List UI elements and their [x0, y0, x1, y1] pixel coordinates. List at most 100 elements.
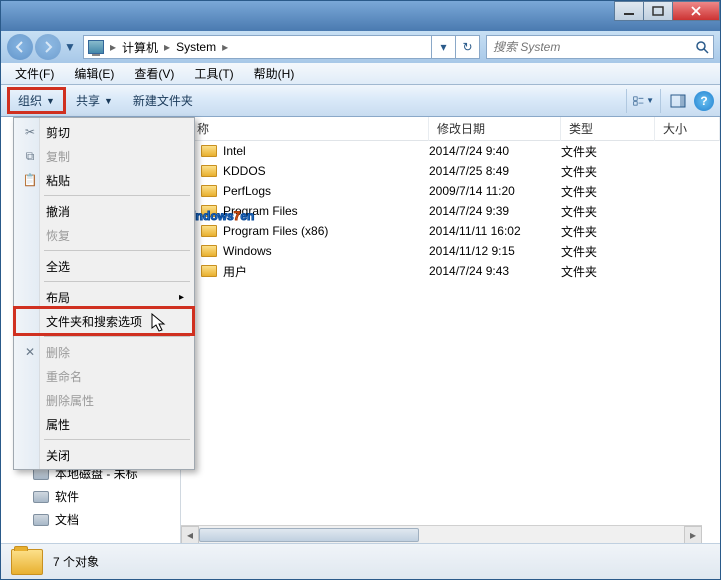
column-date[interactable]: 修改日期 — [429, 117, 561, 141]
breadcrumb-computer[interactable]: 计算机 — [118, 39, 162, 56]
column-size[interactable]: 大小 — [655, 117, 720, 141]
menu-folder-options[interactable]: 文件夹和搜索选项 — [16, 309, 192, 333]
paste-icon: 📋 — [22, 172, 38, 188]
breadcrumb-sep: ▸ — [220, 40, 230, 54]
sidebar-item-label: 文档 — [55, 511, 79, 528]
file-name: 用户 — [223, 263, 247, 280]
menu-help[interactable]: 帮助(H) — [244, 63, 305, 84]
file-name: Program Files — [223, 204, 298, 218]
search-icon[interactable] — [691, 40, 713, 54]
file-row[interactable]: Program Files (x86) 2014/11/11 16:02文件夹 — [181, 221, 720, 241]
folder-icon — [201, 225, 217, 237]
drive-icon — [33, 491, 49, 503]
file-type: 文件夹 — [561, 163, 655, 180]
file-list-pane: 称 修改日期 类型 大小 Intel2014/7/24 9:40文件夹KDDOS… — [181, 117, 720, 543]
file-type: 文件夹 — [561, 183, 655, 200]
address-dropdown-icon[interactable]: ▾ — [431, 36, 455, 58]
file-name: Program Files (x86) — [223, 224, 328, 238]
file-row[interactable]: Program Files 2014/7/24 9:39文件夹 — [181, 201, 720, 221]
chevron-down-icon: ▼ — [104, 96, 113, 106]
view-mode-button[interactable]: ▼ — [626, 89, 654, 113]
folder-icon — [11, 549, 43, 575]
file-type: 文件夹 — [561, 223, 655, 240]
breadcrumb-sep: ▸ — [108, 40, 118, 54]
titlebar[interactable] — [1, 1, 720, 31]
menu-tools[interactable]: 工具(T) — [184, 63, 243, 84]
file-row[interactable]: 用户2014/7/24 9:43文件夹 — [181, 261, 720, 281]
share-button[interactable]: 共享 ▼ — [66, 88, 123, 113]
file-date: 2014/11/11 16:02 — [429, 224, 561, 238]
folder-icon — [201, 265, 217, 277]
chevron-down-icon: ▼ — [46, 96, 55, 106]
menu-delete[interactable]: ✕删除 — [16, 340, 192, 364]
copy-icon: ⧉ — [22, 148, 38, 164]
file-date: 2014/11/12 9:15 — [429, 244, 561, 258]
preview-pane-button[interactable] — [660, 89, 688, 113]
sidebar-item-label: 软件 — [55, 488, 79, 505]
file-type: 文件夹 — [561, 243, 655, 260]
menu-paste[interactable]: 📋粘贴 — [16, 168, 192, 192]
breadcrumb-sep: ▸ — [162, 40, 172, 54]
address-bar[interactable]: ▸ 计算机 ▸ System ▸ ▾ ↻ — [83, 35, 480, 59]
scrollbar-thumb[interactable] — [199, 528, 419, 542]
file-date: 2014/7/24 9:39 — [429, 204, 561, 218]
search-box[interactable] — [486, 35, 714, 59]
column-name[interactable]: 称 — [181, 117, 429, 141]
breadcrumb-system[interactable]: System — [172, 40, 220, 54]
nav-history-dropdown[interactable]: ▼ — [63, 40, 77, 54]
menu-edit[interactable]: 编辑(E) — [64, 63, 124, 84]
folder-icon — [201, 145, 217, 157]
menu-view[interactable]: 查看(V) — [124, 63, 184, 84]
file-row[interactable]: PerfLogs2009/7/14 11:20文件夹 — [181, 181, 720, 201]
horizontal-scrollbar[interactable]: ◂ ▸ — [181, 525, 702, 543]
close-button[interactable] — [672, 1, 720, 21]
menu-cut[interactable]: ✂剪切 — [16, 120, 192, 144]
drive-icon — [33, 514, 49, 526]
file-name: Intel — [223, 144, 246, 158]
toolbar: 组织 ▼ 共享 ▼ 新建文件夹 ▼ ? — [1, 85, 720, 117]
menu-properties[interactable]: 属性 — [16, 412, 192, 436]
file-date: 2014/7/24 9:40 — [429, 144, 561, 158]
submenu-arrow-icon: ▸ — [179, 292, 184, 303]
search-input[interactable] — [487, 40, 691, 54]
menu-copy[interactable]: ⧉复制 — [16, 144, 192, 168]
menu-bar: 文件(F) 编辑(E) 查看(V) 工具(T) 帮助(H) — [1, 63, 720, 85]
file-type: 文件夹 — [561, 203, 655, 220]
menu-rename[interactable]: 重命名 — [16, 364, 192, 388]
menu-redo[interactable]: 恢复 — [16, 223, 192, 247]
scroll-right-button[interactable]: ▸ — [684, 526, 702, 543]
minimize-button[interactable] — [614, 1, 644, 21]
forward-button[interactable] — [35, 34, 61, 60]
folder-icon — [201, 205, 217, 217]
new-folder-button[interactable]: 新建文件夹 — [123, 88, 203, 113]
navigation-bar: ▼ ▸ 计算机 ▸ System ▸ ▾ ↻ — [1, 31, 720, 63]
scroll-left-button[interactable]: ◂ — [181, 526, 199, 543]
file-name: PerfLogs — [223, 184, 271, 198]
folder-icon — [201, 165, 217, 177]
computer-icon — [86, 37, 106, 57]
file-date: 2014/7/24 9:43 — [429, 264, 561, 278]
menu-file[interactable]: 文件(F) — [5, 63, 64, 84]
maximize-button[interactable] — [643, 1, 673, 21]
scissors-icon: ✂ — [22, 124, 38, 140]
menu-undo[interactable]: 撤消 — [16, 199, 192, 223]
file-row[interactable]: Windows2014/11/12 9:15文件夹 — [181, 241, 720, 261]
back-button[interactable] — [7, 34, 33, 60]
file-row[interactable]: Intel 2014/7/24 9:40文件夹 — [181, 141, 720, 161]
file-date: 2014/7/25 8:49 — [429, 164, 561, 178]
help-button[interactable]: ? — [694, 91, 714, 111]
menu-select-all[interactable]: 全选 — [16, 254, 192, 278]
menu-layout[interactable]: 布局▸ — [16, 285, 192, 309]
menu-remove-properties[interactable]: 删除属性 — [16, 388, 192, 412]
share-label: 共享 — [76, 92, 100, 109]
organize-button[interactable]: 组织 ▼ — [7, 87, 66, 114]
sidebar-item[interactable]: 软件 — [5, 485, 176, 508]
column-type[interactable]: 类型 — [561, 117, 655, 141]
organize-label: 组织 — [18, 92, 42, 109]
file-list[interactable]: Intel2014/7/24 9:40文件夹KDDOS2014/7/25 8:4… — [181, 141, 720, 525]
menu-close[interactable]: 关闭 — [16, 443, 192, 467]
file-type: 文件夹 — [561, 143, 655, 160]
file-row[interactable]: KDDOS2014/7/25 8:49文件夹 — [181, 161, 720, 181]
refresh-button[interactable]: ↻ — [455, 36, 479, 58]
sidebar-item[interactable]: 文档 — [5, 508, 176, 531]
